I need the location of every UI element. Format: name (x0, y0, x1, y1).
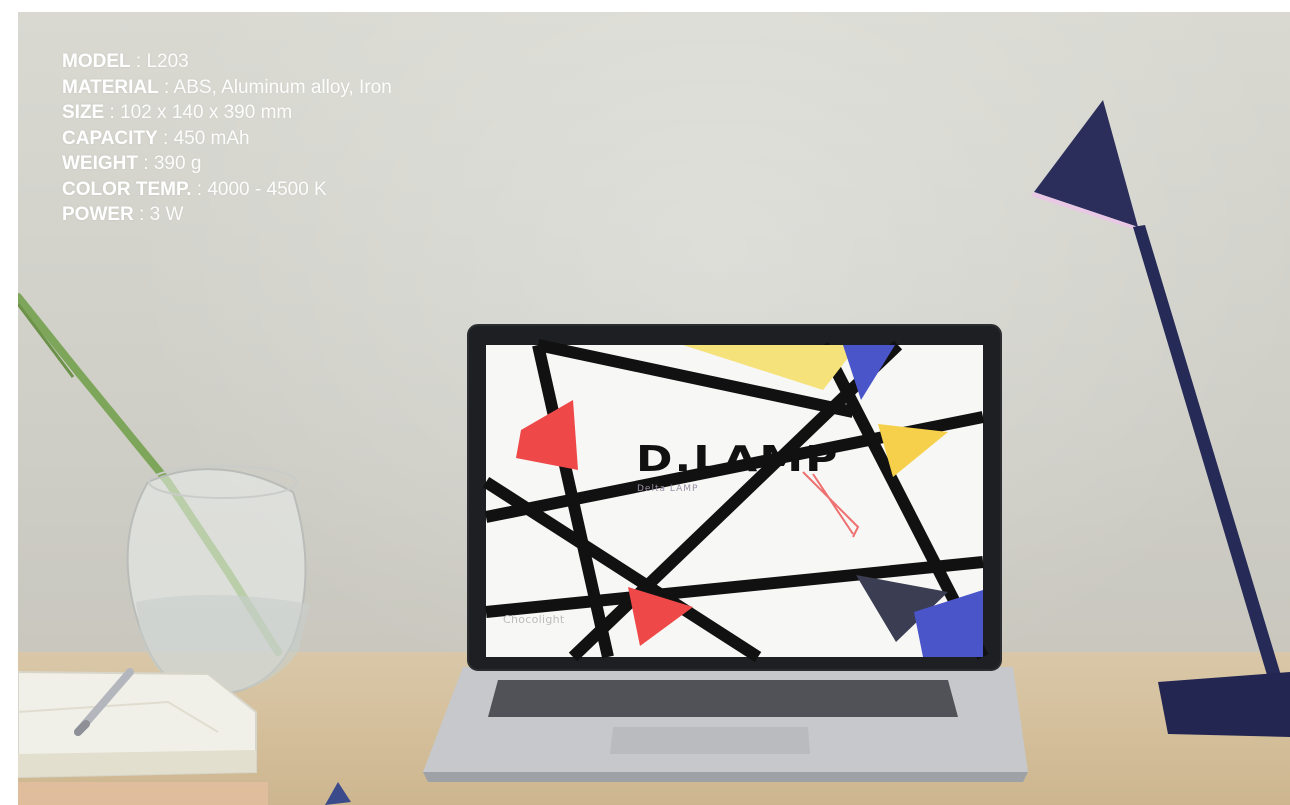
spec-label: COLOR TEMP. (62, 178, 192, 200)
spec-value: 450 mAh (173, 127, 250, 149)
spec-value: 102 x 140 x 390 mm (120, 102, 293, 123)
screen-logo: D.LAMP (636, 439, 840, 480)
spec-list: MODEL : L203 MATERIAL : ABS, Aluminum al… (62, 49, 392, 228)
screen-subtitle: Delta LAMP (637, 484, 699, 494)
spec-label: MODEL (62, 51, 131, 72)
glass-vase (126, 465, 310, 696)
foreground-object (18, 782, 268, 805)
spec-label: CAPACITY (62, 127, 158, 149)
spec-value: 390 g (153, 153, 202, 174)
plant-stem-shadow (18, 303, 75, 378)
spec-value: L203 (146, 51, 189, 72)
spec-row: SIZE : 102 x 140 x 390 mm (62, 100, 392, 126)
spec-row: COLOR TEMP. : 4000 - 4500 K (62, 177, 392, 203)
spec-label: POWER (62, 204, 134, 225)
foreground-lamp-tip (325, 782, 351, 805)
spec-row: WEIGHT : 390 g (62, 151, 392, 177)
spec-label: MATERIAL (62, 76, 159, 98)
spec-row: CAPACITY : 450 mAh (62, 126, 392, 152)
spec-row: MATERIAL : ABS, Aluminum alloy, Iron (62, 75, 392, 101)
spec-value: ABS, Aluminum alloy, Iron (173, 76, 392, 98)
spec-separator: : (163, 127, 169, 149)
notebook (18, 670, 257, 779)
spec-separator: : (135, 51, 142, 72)
spec-separator: : (196, 178, 203, 200)
product-photo: D.LAMP Delta LAMP Chocolight MODEL : L20… (18, 12, 1290, 805)
desk-lamp (1031, 100, 1290, 737)
spec-row: POWER : 3 W (62, 202, 392, 228)
laptop-base (423, 667, 1028, 782)
spec-value: 4000 - 4500 K (207, 178, 327, 200)
screen-brand: Chocolight (503, 613, 565, 626)
spec-label: SIZE (62, 102, 105, 123)
spec-separator: : (143, 153, 149, 174)
spec-separator: : (139, 204, 145, 225)
spec-separator: : (109, 102, 115, 123)
spec-label: WEIGHT (62, 153, 138, 174)
spec-row: MODEL : L203 (62, 49, 392, 75)
spec-value: 3 W (149, 204, 184, 225)
spec-separator: : (164, 76, 170, 98)
